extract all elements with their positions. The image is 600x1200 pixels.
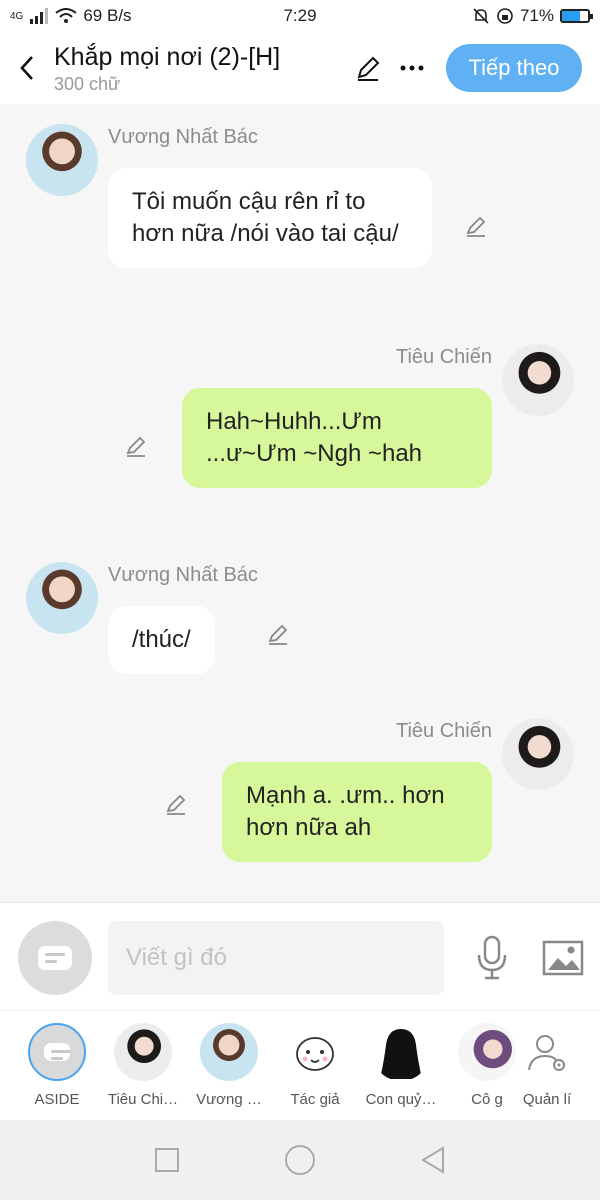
title-block: Khắp mọi nơi (2)-[H] 300 chữ	[54, 42, 346, 95]
chevron-left-icon	[20, 56, 33, 80]
message-bubble[interactable]: Hah~Huhh...Ưm ...ư~Ưm ~Ngh ~hah	[182, 388, 492, 488]
character-label: ASIDE	[34, 1091, 80, 1108]
sender-name: Vương Nhất Bác	[108, 564, 258, 586]
battery-fill	[562, 11, 581, 21]
signal-icon	[30, 8, 49, 24]
pencil-icon	[466, 216, 486, 237]
author-icon	[286, 1023, 344, 1081]
sender-name: Vương Nhất Bác	[108, 126, 258, 148]
page-title: Khắp mọi nơi (2)-[H]	[54, 42, 281, 71]
status-left: 4G 69 B/s	[10, 6, 210, 26]
message-input[interactable]	[108, 921, 444, 995]
character-aside[interactable]: ASIDE	[14, 1023, 100, 1108]
ghost-silhouette-icon	[372, 1023, 430, 1081]
mute-icon	[473, 8, 489, 24]
character-label: Quản lí	[522, 1091, 572, 1108]
voice-input-button[interactable]	[468, 929, 516, 987]
word-count: 300 chữ	[54, 73, 121, 94]
home-button[interactable]	[280, 1140, 320, 1180]
circle-icon	[284, 1145, 315, 1175]
sender-name: Tiêu Chiến	[396, 720, 492, 742]
status-bar: 4G 69 B/s 7:29 71%	[0, 0, 600, 32]
battery-icon	[560, 9, 593, 23]
back-button[interactable]	[0, 32, 54, 104]
message-bubble[interactable]: Mạnh a. .ưm.. hơn hơn nữa ah	[222, 762, 492, 862]
manage-characters-button[interactable]: Quản lí	[504, 1023, 590, 1108]
system-nav-bar	[0, 1120, 600, 1200]
sender-name: Tiêu Chiến	[396, 346, 492, 368]
more-dots-icon	[400, 65, 424, 71]
wifi-icon	[55, 8, 77, 23]
battery-percent: 71%	[519, 6, 554, 25]
message-bubble[interactable]: /thúc/	[108, 606, 215, 674]
image-icon	[542, 940, 584, 976]
recents-button[interactable]	[147, 1140, 187, 1180]
character-author[interactable]: Tác giả	[272, 1023, 358, 1108]
chat-area[interactable]: Vương Nhất Bác Tôi muốn cậu rên rỉ to hơ…	[0, 104, 600, 902]
composer-bar	[0, 902, 600, 1010]
character-vuong-nhat-bac[interactable]: Vương …	[186, 1023, 272, 1108]
manage-user-icon	[518, 1023, 576, 1081]
clock: 7:29	[283, 6, 317, 25]
aside-icon	[38, 946, 72, 970]
more-options-button[interactable]	[390, 38, 434, 98]
pencil-icon	[126, 436, 146, 457]
next-button[interactable]: Tiếp theo	[446, 44, 582, 92]
insert-image-button[interactable]	[538, 933, 588, 983]
triangle-back-icon	[421, 1146, 445, 1174]
aside-icon	[28, 1023, 86, 1081]
pencil-icon	[166, 794, 186, 815]
character-selector: ASIDE Tiêu Chi… Vương … Tác giả Con quỷ……	[0, 1010, 600, 1120]
pencil-icon	[268, 624, 288, 645]
message-bubble[interactable]: Tôi muốn cậu rên rỉ to hơn nữa /nói vào …	[108, 168, 432, 268]
character-ghost[interactable]: Con quỷ…	[358, 1023, 444, 1108]
character-label: Tác giả	[290, 1091, 340, 1108]
lock-rotation-icon	[497, 8, 513, 24]
edit-title-button[interactable]	[346, 38, 390, 98]
edit-message-button[interactable]	[122, 432, 150, 460]
avatar-tieu-chien	[114, 1023, 172, 1081]
chat-header: Khắp mọi nơi (2)-[H] 300 chữ Tiếp theo	[0, 32, 600, 104]
aside-toggle-button[interactable]	[18, 921, 92, 995]
edit-message-button[interactable]	[462, 212, 490, 240]
avatar-vuong-nhat-bac[interactable]	[26, 562, 98, 634]
avatar-tieu-chien[interactable]	[502, 718, 574, 790]
character-label: Vương …	[196, 1091, 262, 1108]
edit-message-button[interactable]	[264, 620, 292, 648]
avatar-vuong-nhat-bac	[200, 1023, 258, 1081]
square-icon	[154, 1148, 179, 1172]
status-right: 71%	[390, 6, 593, 26]
avatar-tieu-chien[interactable]	[502, 344, 574, 416]
back-nav-button[interactable]	[413, 1140, 453, 1180]
edit-message-button[interactable]	[162, 790, 190, 818]
network-speed: 69 B/s	[83, 6, 132, 25]
microphone-icon	[477, 935, 507, 980]
pencil-icon	[357, 56, 380, 81]
avatar-vuong-nhat-bac[interactable]	[26, 124, 98, 196]
character-tieu-chien[interactable]: Tiêu Chi…	[100, 1023, 186, 1108]
character-label: Tiêu Chi…	[107, 1091, 179, 1108]
network-label: 4G	[10, 10, 24, 22]
character-label: Con quỷ…	[365, 1091, 437, 1108]
